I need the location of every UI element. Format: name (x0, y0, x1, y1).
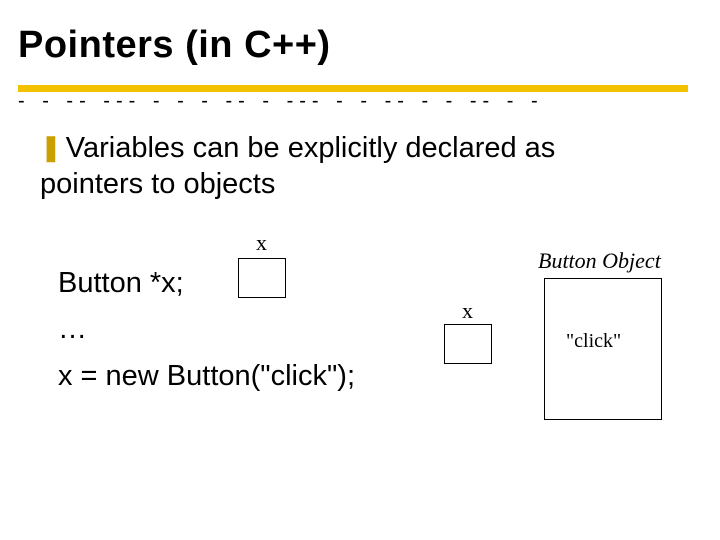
code-block: Button *x; … x = new Button("click"); (58, 260, 355, 399)
bullet-text: Variables can be explicitly declared as … (40, 132, 555, 200)
underline-dashes: - - -- --- - - - -- - --- - - -- - - -- … (18, 90, 688, 113)
code-line-1: Button *x; (58, 260, 355, 306)
slide-title: Pointers (in C++) (18, 24, 331, 67)
diagram-box-2 (444, 324, 492, 364)
diagram-x1-label: x (256, 230, 267, 256)
diagram-box-1 (238, 258, 286, 298)
diagram-object-content: "click" (566, 330, 621, 353)
diagram-x2-label: x (462, 298, 473, 324)
bullet-item: ❚Variables can be explicitly declared as… (40, 130, 660, 203)
title-underline: - - -- --- - - - -- - --- - - -- - - -- … (18, 80, 688, 100)
slide: Pointers (in C++) - - -- --- - - - -- - … (0, 0, 720, 540)
code-line-3: x = new Button("click"); (58, 353, 355, 399)
code-line-2: … (58, 306, 355, 352)
diagram-object-label: Button Object (538, 248, 661, 274)
bullet-icon: ❚ (40, 132, 62, 162)
